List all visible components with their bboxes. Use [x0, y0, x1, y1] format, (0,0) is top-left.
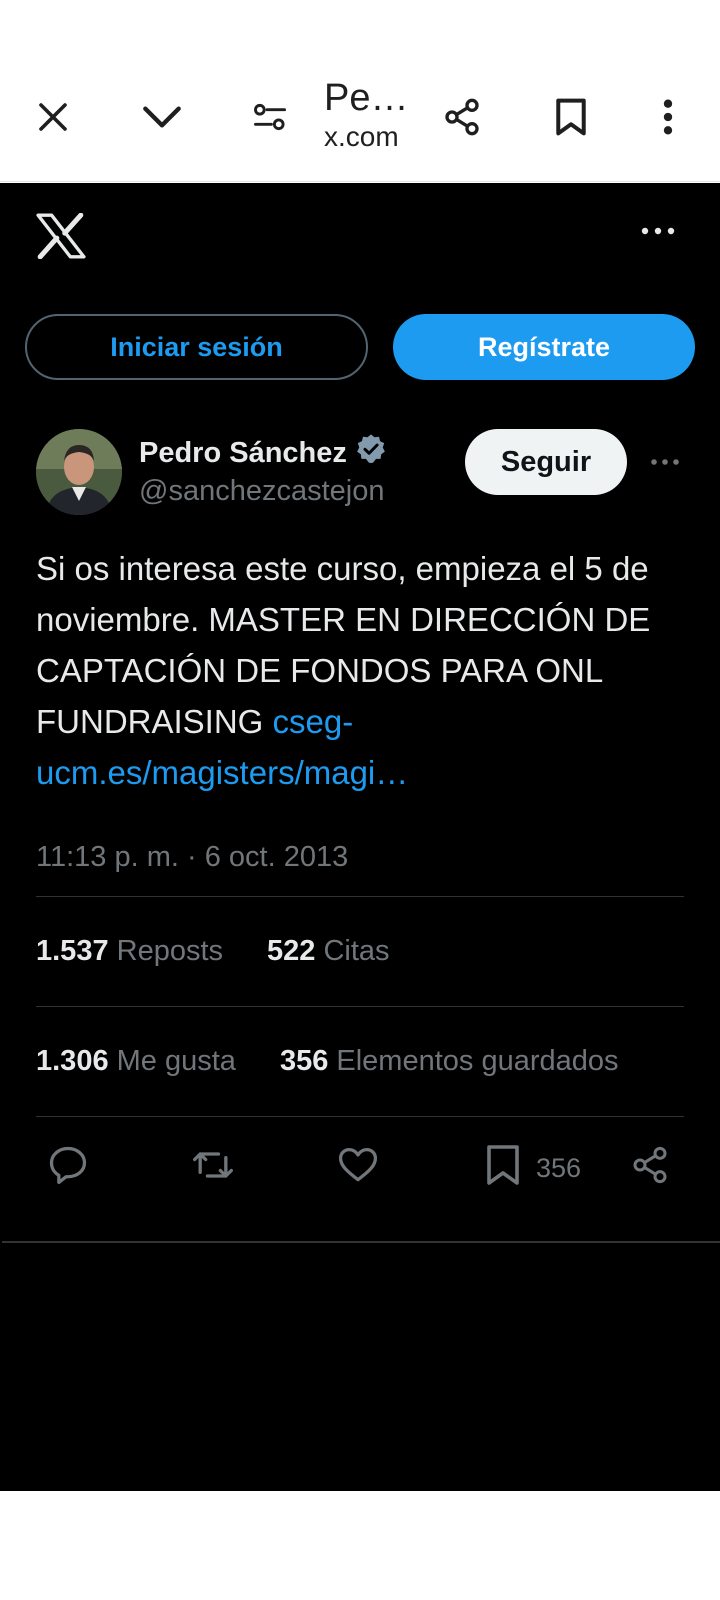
reposts-count: 1.537 — [36, 935, 109, 967]
bookmarks-label: Elementos guardados — [336, 1045, 619, 1077]
repost-icon — [190, 1143, 236, 1194]
likes-count: 1.306 — [36, 1045, 109, 1077]
follow-button[interactable]: Seguir — [465, 429, 627, 495]
bookmark-outline-icon — [484, 1143, 522, 1194]
page-settings-icon[interactable] — [242, 89, 298, 145]
author-name-text: Pedro Sánchez — [139, 436, 347, 469]
stats-row-2: 1.306 Me gusta 356 Elementos guardados — [36, 1045, 619, 1078]
login-button[interactable]: Iniciar sesión — [25, 314, 368, 380]
bookmark-action-count: 356 — [536, 1152, 582, 1183]
stats-row-1: 1.537 Reposts 522 Citas — [36, 935, 390, 968]
quotes-label: Citas — [323, 935, 390, 967]
likes-label: Me gusta — [116, 1045, 236, 1077]
verified-badge-icon — [355, 433, 387, 473]
quotes-count: 522 — [267, 935, 316, 967]
quotes-stat[interactable]: 522 Citas — [267, 935, 390, 968]
tweet-text: Si os interesa este curso, empieza el 5 … — [36, 543, 686, 798]
bookmark-icon[interactable] — [543, 89, 599, 145]
avatar[interactable] — [36, 429, 122, 515]
close-icon[interactable] — [25, 89, 81, 145]
reply-icon — [46, 1143, 90, 1194]
repost-button[interactable] — [190, 1146, 236, 1190]
divider — [36, 1006, 684, 1007]
bookmarks-count: 356 — [279, 1045, 329, 1077]
browser-toolbar: Pe… x.com — [0, 0, 720, 182]
signup-button[interactable]: Regístrate — [393, 314, 695, 380]
x-page: Iniciar sesión Regístrate Pedro Sánchez … — [0, 183, 720, 1491]
bookmark-action-button[interactable]: 356 — [484, 1144, 582, 1190]
chevron-down-icon[interactable] — [134, 89, 190, 145]
divider — [2, 1241, 720, 1243]
reposts-label: Reposts — [116, 935, 224, 967]
more-vert-icon[interactable] — [640, 89, 696, 145]
author-handle[interactable]: @sanchezcastejon — [139, 475, 384, 508]
reposts-stat[interactable]: 1.537 Reposts — [36, 935, 223, 968]
share-icon[interactable] — [434, 89, 490, 145]
author-name[interactable]: Pedro Sánchez — [139, 433, 387, 473]
x-logo[interactable] — [36, 212, 86, 260]
tweet-more-icon[interactable] — [649, 455, 681, 467]
divider — [36, 1116, 684, 1117]
heart-icon — [336, 1143, 380, 1194]
share-tweet-icon — [630, 1145, 670, 1192]
like-button[interactable] — [336, 1146, 380, 1190]
tab-title-block[interactable]: Pe… x.com — [324, 76, 434, 154]
bookmarks-stat[interactable]: 356 Elementos guardados — [280, 1045, 619, 1078]
divider — [36, 896, 684, 897]
page-domain: x.com — [324, 121, 399, 152]
page-title: Pe… — [324, 77, 409, 119]
more-horizontal-icon[interactable] — [638, 223, 678, 239]
reply-button[interactable] — [46, 1146, 90, 1190]
likes-stat[interactable]: 1.306 Me gusta — [36, 1045, 236, 1078]
tweet-timestamp[interactable]: 11:13 p. m. · 6 oct. 2013 — [36, 841, 348, 874]
share-tweet-button[interactable] — [630, 1146, 670, 1190]
